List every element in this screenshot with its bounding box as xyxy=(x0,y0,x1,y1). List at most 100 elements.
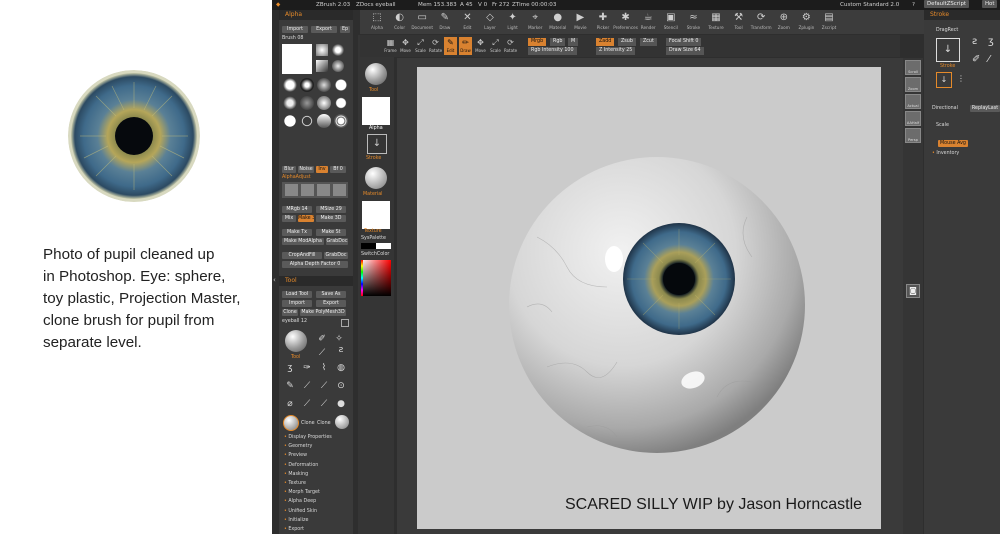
alpha-palette-title[interactable]: Alpha xyxy=(279,10,353,20)
make-tx-button[interactable]: Make Tx xyxy=(282,229,312,236)
alpha-thumb[interactable] xyxy=(334,96,348,110)
collapse-left-tray-icon[interactable]: ‹ xyxy=(273,276,276,284)
alpha-export-button[interactable]: Export xyxy=(311,26,337,33)
save-as-button[interactable]: Save As xyxy=(316,291,346,298)
rgb-button[interactable]: Rgb xyxy=(550,38,566,46)
subpalette-preview[interactable]: Preview xyxy=(284,452,307,460)
texture-menu-label[interactable]: Texture xyxy=(364,228,382,235)
scroll-button[interactable]: Scroll xyxy=(905,60,921,75)
subpalette-geometry[interactable]: Geometry xyxy=(284,443,312,451)
tool-brush-icon[interactable]: ƨ xyxy=(334,343,348,357)
subpalette-unified-skin[interactable]: Unified Skin xyxy=(284,508,317,516)
tool-close-icon[interactable] xyxy=(341,319,349,327)
m-button[interactable]: M xyxy=(568,38,579,46)
subpalette-initialize[interactable]: Initialize xyxy=(284,517,308,525)
menu-zscript-button[interactable]: ▤ Zscript xyxy=(816,11,842,33)
material-preview[interactable] xyxy=(365,167,387,189)
subpalette-masking[interactable]: Masking xyxy=(284,471,308,479)
replay-last-button[interactable]: ReplayLast xyxy=(970,105,1000,112)
stroke-type-label[interactable]: Stroke xyxy=(940,63,955,70)
rgb-intensity-slider[interactable]: Rgb Intensity 100 xyxy=(528,47,577,55)
texture-preview[interactable] xyxy=(362,201,390,229)
help-button[interactable]: ? xyxy=(912,0,915,10)
tool-menu-label[interactable]: Tool xyxy=(369,87,378,94)
alpha-import-button[interactable]: Import xyxy=(282,26,308,33)
rotate-tool-button[interactable]: ⟳ Rotate xyxy=(504,37,517,55)
current-tool-sphere[interactable] xyxy=(285,330,307,352)
inventory-subpalette[interactable]: Inventory xyxy=(932,150,959,158)
clone-button[interactable]: Clone xyxy=(282,309,298,316)
tool-thumb-sphere[interactable] xyxy=(283,415,299,431)
mrgb-slider[interactable]: MRgb 14 xyxy=(282,206,312,213)
scale-slider[interactable]: Scale xyxy=(936,122,949,129)
subpalette-texture[interactable]: Texture xyxy=(284,480,306,488)
draw-size-slider[interactable]: Draw Size 64 xyxy=(666,47,704,55)
tool-palette-title[interactable]: Tool xyxy=(279,276,353,286)
msize-slider[interactable]: MSize 29 xyxy=(316,206,346,213)
freehand-stroke-icon[interactable]: ƨ xyxy=(972,36,977,47)
grabdoc-button[interactable]: GrabDoc xyxy=(324,252,348,259)
alpha-thumb[interactable] xyxy=(317,96,331,110)
switch-color-button[interactable]: SwitchColor xyxy=(361,251,389,258)
drag-rect-stroke-icon[interactable]: ↓ xyxy=(936,38,960,62)
stroke-dots-icon[interactable]: ↓ xyxy=(367,134,387,154)
alpha-thumb[interactable] xyxy=(283,78,297,92)
color-picker[interactable] xyxy=(361,260,391,296)
directional-button[interactable]: Directional xyxy=(932,105,958,112)
alpha-adjust-label[interactable]: AlphaAdjust xyxy=(282,174,311,181)
stroke-menu-label[interactable]: Stroke xyxy=(366,155,381,162)
alpha-menu-label[interactable]: Alpha xyxy=(369,125,383,132)
alpha-thumb[interactable] xyxy=(316,44,328,56)
subpalette-deformation[interactable]: Deformation xyxy=(284,462,318,470)
load-tool-button[interactable]: Load Tool xyxy=(282,291,312,298)
focal-shift-slider[interactable]: Focal Shift 0 xyxy=(666,38,702,46)
tool-brush-icon[interactable]: ● xyxy=(334,397,348,411)
make-3d-button[interactable]: Make 3D xyxy=(298,215,314,222)
aahalf-button[interactable]: AAHalf xyxy=(905,111,921,126)
camera-icon[interactable]: ◙ xyxy=(906,284,920,298)
rotate-tool-button[interactable]: ⟳ Rotate xyxy=(429,37,442,55)
alpha-preview-thumb[interactable] xyxy=(282,44,312,74)
current-tool-label[interactable]: eyeball 12 xyxy=(282,318,307,325)
material-menu-label[interactable]: Material xyxy=(363,191,383,198)
drag-rect-stroke-icon[interactable]: ↓ xyxy=(936,72,952,88)
subpalette-display-properties[interactable]: Display Properties xyxy=(284,434,331,442)
clone-tool-label[interactable]: Clone xyxy=(317,420,331,427)
stroke-palette-title[interactable]: Stroke xyxy=(924,10,1000,20)
zadd-button[interactable]: Zadd xyxy=(596,38,615,46)
alpha-thumb[interactable] xyxy=(300,78,314,92)
tool-brush-icon[interactable]: ⟋ xyxy=(317,397,331,411)
make-st-button[interactable]: Make St xyxy=(316,229,346,236)
alpha-depth-factor-slider[interactable]: Alpha Depth Factor 0 xyxy=(282,261,348,268)
zoom-button[interactable]: Zoom xyxy=(905,77,921,92)
tool-brush-icon[interactable]: ✎ xyxy=(283,379,297,393)
invert-button[interactable]: Inv xyxy=(316,166,328,173)
tool-brush-icon[interactable]: ⟋ xyxy=(315,346,329,360)
persp-button[interactable]: Persp xyxy=(905,128,921,143)
clone-tool-label[interactable]: Clone xyxy=(301,420,315,427)
alpha-thumb[interactable] xyxy=(332,60,344,72)
alpha-thumb[interactable] xyxy=(332,44,344,56)
subpalette-export[interactable]: Export xyxy=(284,526,304,534)
scale-tool-button[interactable]: ⤢ Scale xyxy=(489,37,502,55)
edit-tool-button[interactable]: ✎ Edit xyxy=(444,37,457,55)
tool-brush-icon[interactable]: ⌇ xyxy=(317,361,331,375)
hotkeys-button[interactable]: Hot xyxy=(982,0,998,8)
color-spray-icon[interactable]: ʒ xyxy=(988,36,994,47)
document-canvas[interactable]: SCARED SILLY WIP by Jason Horncastle xyxy=(417,67,881,529)
draw-tool-button[interactable]: ✏ Draw xyxy=(459,37,472,55)
mix-slider[interactable]: Mix xyxy=(282,215,296,222)
move-tool-button[interactable]: ✥ Move xyxy=(474,37,487,55)
tool-brush-icon[interactable]: ✐ xyxy=(315,332,329,346)
alpha-thumb[interactable] xyxy=(334,78,348,92)
tool-brush-icon[interactable]: ⟋ xyxy=(300,397,314,411)
subpalette-alpha-deep[interactable]: Alpha Deep xyxy=(284,498,316,506)
noise-slider[interactable]: Noise xyxy=(298,166,314,173)
make-polymesh-button[interactable]: Make PolyMesh3D xyxy=(300,309,346,316)
layout-name[interactable]: Custom Standard 2.0 xyxy=(840,0,899,10)
tool-brush-icon[interactable]: ⊙ xyxy=(334,379,348,393)
move-tool-button[interactable]: ✥ Move xyxy=(399,37,412,55)
alpha-thumb[interactable] xyxy=(317,114,331,128)
tool-brush-icon[interactable]: ✑ xyxy=(300,361,314,375)
frame-tool-button[interactable]: ▦ Frame xyxy=(384,37,397,55)
